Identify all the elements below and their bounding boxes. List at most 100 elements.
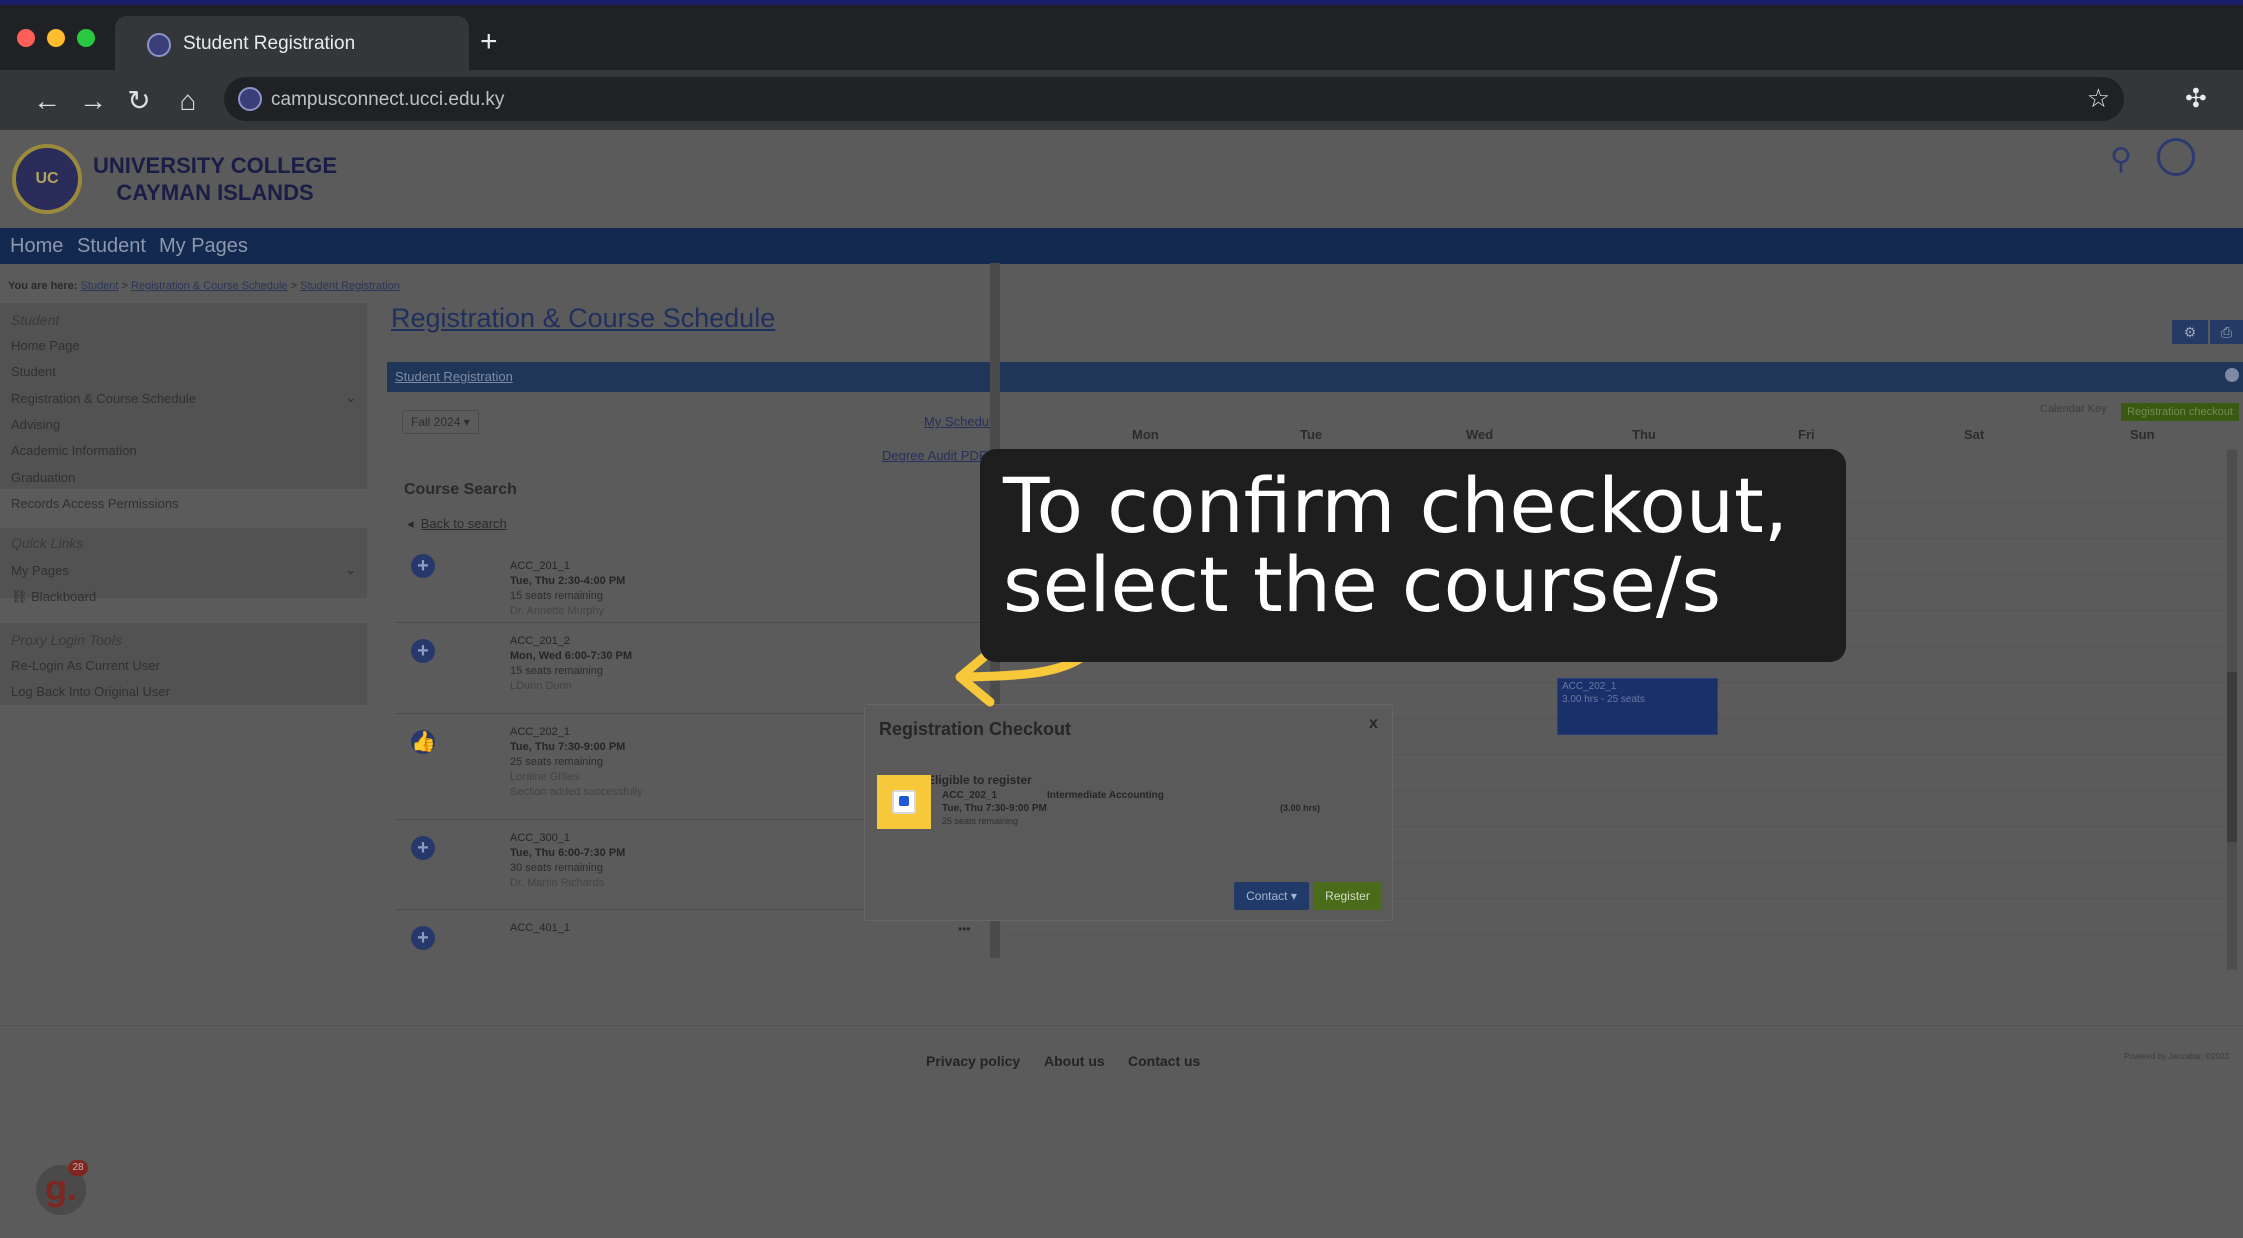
thumbs-up-icon[interactable]: 👍 — [411, 730, 436, 754]
sidebar-item-blackboard[interactable]: ⛓ Blackboard — [11, 589, 96, 605]
footer-divider — [0, 1025, 2243, 1026]
checkout-course-hours: (3.00 hrs) — [1280, 803, 1321, 813]
user-account-icon[interactable] — [2157, 138, 2195, 176]
calendar-event-title: ACC_202_1 — [1562, 681, 1617, 692]
reload-icon[interactable]: ↻ — [122, 84, 156, 118]
breadcrumb-separator: > — [290, 280, 298, 292]
gear-icon[interactable]: ⚙ — [2172, 320, 2208, 344]
back-to-search-link[interactable]: ◂ Back to search — [407, 516, 507, 532]
section-title[interactable]: Student Registration — [395, 369, 513, 384]
back-arrow-icon: ◂ — [407, 516, 414, 531]
sidebar-item-advising[interactable]: Advising — [11, 417, 60, 432]
sidebar-item-blackboard-label: Blackboard — [31, 589, 97, 604]
register-button[interactable]: Register — [1313, 882, 1382, 910]
sidebar-item-student[interactable]: Student — [11, 364, 56, 379]
breadcrumb-registration[interactable]: Registration & Course Schedule — [131, 280, 288, 292]
about-us-link[interactable]: About us — [1044, 1053, 1105, 1069]
back-arrow-icon[interactable]: ← — [30, 84, 64, 118]
course-instructor: Dr. Annette Murphy — [510, 605, 605, 617]
breadcrumb-student[interactable]: Student — [81, 280, 119, 292]
day-header-mon: Mon — [1132, 427, 1159, 442]
course-code: ACC_202_1 — [510, 726, 570, 738]
university-seal-logo[interactable]: UC — [12, 144, 82, 214]
course-search-heading: Course Search — [404, 481, 517, 498]
add-course-plus-icon[interactable]: + — [411, 639, 435, 663]
calendar-scrollbar-thumb[interactable] — [2227, 672, 2237, 842]
sidebar-item-home-page[interactable]: Home Page — [11, 338, 80, 353]
chevron-down-icon[interactable]: ⌄ — [345, 389, 357, 406]
more-options-icon[interactable]: ••• — [958, 922, 971, 936]
extensions-puzzle-icon[interactable]: ✣ — [2185, 83, 2207, 114]
calendar-event-block[interactable]: ACC_202_1 3.00 hrs - 25 seats — [1557, 678, 1718, 735]
chevron-down-icon[interactable]: ⌄ — [345, 561, 357, 578]
course-seats: 30 seats remaining — [510, 862, 603, 874]
course-time: Tue, Thu 2:30-4:00 PM — [510, 575, 626, 587]
degree-audit-link[interactable]: Degree Audit PDF — [882, 448, 987, 463]
instruction-text: To confirm checkout, select the course/s — [1003, 461, 1789, 629]
nav-home[interactable]: Home — [10, 235, 63, 258]
sidebar-item-graduation[interactable]: Graduation — [11, 470, 75, 485]
course-select-checkbox[interactable] — [892, 790, 916, 814]
nav-student[interactable]: Student — [77, 235, 146, 258]
contact-us-link[interactable]: Contact us — [1128, 1053, 1200, 1069]
link-icon: ⛓ — [11, 589, 28, 604]
add-course-plus-icon[interactable]: + — [411, 926, 435, 950]
search-icon[interactable]: ⚲ — [2110, 142, 2132, 177]
checkbox-highlight — [877, 775, 931, 829]
bookmark-star-icon[interactable]: ☆ — [2087, 83, 2110, 114]
calendar-row-divider — [1010, 934, 2230, 935]
sidebar-item-registration[interactable]: Registration & Course Schedule — [11, 391, 196, 406]
day-header-wed: Wed — [1466, 427, 1494, 442]
course-seats: 25 seats remaining — [510, 756, 603, 768]
close-window-button[interactable] — [17, 29, 35, 47]
address-bar[interactable]: campusconnect.ucci.edu.ky ☆ — [224, 77, 2124, 121]
day-header-sat: Sat — [1964, 427, 1985, 442]
add-course-plus-icon[interactable]: + — [411, 554, 435, 578]
term-select[interactable]: Fall 2024 ▾ — [402, 410, 479, 434]
browser-tab[interactable]: Student Registration — [115, 16, 469, 70]
university-name-logo[interactable]: UNIVERSITY COLLEGE CAYMAN ISLANDS — [93, 152, 337, 206]
section-header-bar: Student Registration — [387, 362, 2243, 392]
nav-my-pages[interactable]: My Pages — [159, 235, 248, 258]
contact-button[interactable]: Contact ▾ — [1234, 882, 1309, 910]
sidebar-item-academic-information[interactable]: Academic Information — [11, 443, 137, 458]
day-header-thu: Thu — [1632, 427, 1656, 442]
sidebar-item-relogin[interactable]: Re-Login As Current User — [11, 658, 160, 673]
add-course-plus-icon[interactable]: + — [411, 836, 435, 860]
maximize-window-button[interactable] — [77, 29, 95, 47]
calendar-event-details: 3.00 hrs - 25 seats — [1562, 694, 1645, 705]
browser-menu-icon[interactable]: ⋮ — [2232, 82, 2243, 113]
close-icon[interactable]: x — [1369, 715, 1378, 733]
registration-checkout-modal: Registration Checkout x Eligible to regi… — [864, 704, 1393, 921]
print-icon[interactable]: ⎙ — [2210, 320, 2243, 344]
calendar-key-link[interactable]: Calendar Key — [2040, 403, 2107, 415]
tab-title: Student Registration — [183, 33, 356, 54]
page-title[interactable]: Registration & Course Schedule — [391, 303, 775, 334]
url-text: campusconnect.ucci.edu.ky — [271, 89, 505, 110]
registration-checkout-button[interactable]: Registration checkout — [2121, 403, 2239, 421]
breadcrumb-student-registration[interactable]: Student Registration — [300, 280, 400, 292]
site-info-icon[interactable] — [238, 87, 262, 111]
course-seats: 15 seats remaining — [510, 665, 603, 677]
privacy-policy-link[interactable]: Privacy policy — [926, 1053, 1020, 1069]
home-icon[interactable]: ⌂ — [171, 84, 205, 118]
course-row: + ACC_201_2 Mon, Wed 6:00-7:30 PM 15 sea… — [396, 623, 983, 714]
sidebar-proxy-heading: Proxy Login Tools — [11, 632, 122, 648]
sidebar-quick-links-heading: Quick Links — [11, 535, 84, 551]
back-to-search-label: Back to search — [420, 516, 507, 531]
new-tab-button[interactable]: + — [480, 27, 498, 57]
logo-line-1: UNIVERSITY COLLEGE — [93, 153, 338, 178]
course-code: ACC_201_1 — [510, 560, 570, 572]
calendar-scrollbar[interactable] — [2227, 450, 2237, 970]
my-schedule-link[interactable]: My Schedule — [924, 414, 999, 429]
sidebar-item-my-pages[interactable]: My Pages — [11, 563, 69, 578]
favicon-icon — [147, 33, 171, 57]
minimize-window-button[interactable] — [47, 29, 65, 47]
sidebar-item-records-access[interactable]: Records Access Permissions — [11, 496, 179, 511]
web-page: UC UNIVERSITY COLLEGE CAYMAN ISLANDS ⚲ H… — [0, 130, 2243, 1238]
day-header-sun: Sun — [2130, 427, 2155, 442]
help-icon[interactable] — [2225, 368, 2239, 382]
forward-arrow-icon[interactable]: → — [76, 84, 110, 118]
sidebar-student-section: Student Home Page Student Registration &… — [0, 303, 367, 511]
sidebar-item-log-back[interactable]: Log Back Into Original User — [11, 684, 170, 699]
